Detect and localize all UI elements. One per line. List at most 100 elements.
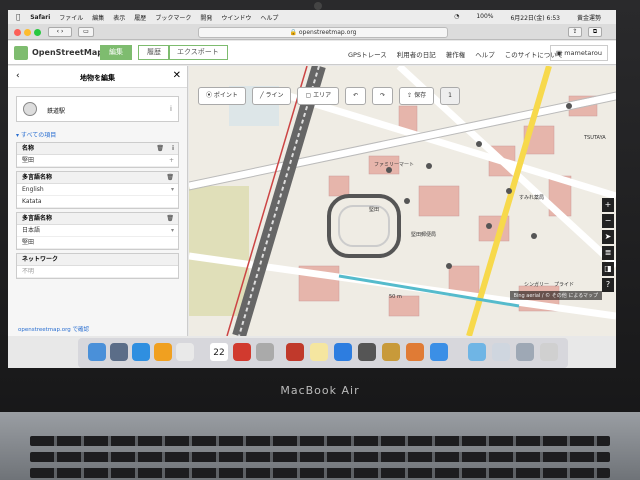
- preset-selector[interactable]: 鉄道駅 i: [16, 96, 179, 122]
- menu-view[interactable]: 表示: [113, 13, 125, 22]
- sidebar-icon[interactable]: ▭: [78, 27, 94, 37]
- help-icon[interactable]: ?: [602, 278, 614, 292]
- key-row-3: [30, 468, 610, 478]
- save-button[interactable]: ⇪ 保存: [399, 87, 435, 105]
- language-select-1[interactable]: English ▾: [17, 184, 178, 196]
- close-window-button[interactable]: [14, 29, 21, 36]
- dictionary-icon[interactable]: [286, 343, 304, 361]
- battery-status[interactable]: 100%: [476, 13, 493, 22]
- info-icon[interactable]: i: [172, 143, 174, 155]
- name-input[interactable]: 堅田 +: [17, 155, 178, 167]
- close-icon[interactable]: ✕: [173, 70, 181, 81]
- map-canvas[interactable]: ファミリーマート 堅田 堅田郵便局 TSUTAYA すみれ薬局 シンガリー プラ…: [189, 66, 616, 336]
- nav-copyright[interactable]: 著作権: [446, 49, 466, 59]
- url-text: openstreetmap.org: [298, 29, 357, 36]
- export-button[interactable]: エクスポート: [168, 45, 228, 60]
- preview-icon[interactable]: [256, 343, 274, 361]
- network-label: ネットワーク: [22, 256, 59, 263]
- map-label-post-office: 堅田郵便局: [411, 231, 436, 238]
- geolocate-icon[interactable]: ➤: [602, 230, 614, 244]
- osm-logo-icon[interactable]: [14, 46, 28, 60]
- nav-diary[interactable]: 利用者の日記: [397, 49, 436, 59]
- books-icon[interactable]: [406, 343, 424, 361]
- redo-button[interactable]: ↷: [372, 87, 394, 105]
- localized-name-input-1[interactable]: Katata: [17, 196, 178, 208]
- trash-icon[interactable]: [540, 343, 558, 361]
- network-input[interactable]: 不明: [17, 266, 178, 278]
- map-data-icon[interactable]: ◨: [602, 262, 614, 276]
- firefox-icon[interactable]: [154, 343, 172, 361]
- user-avatar-icon: ▣: [555, 49, 565, 57]
- apple-icon[interactable]: : [16, 13, 20, 21]
- clock[interactable]: 6月22日(金) 6:53: [510, 13, 560, 22]
- map-label-tsutaya: TSUTAYA: [583, 135, 606, 141]
- menu-edit[interactable]: 編集: [92, 13, 104, 22]
- map-toolbar: ⦿ ポイント ╱ ライン ▢ エリア ↶ ↷ ⇪ 保存 1: [198, 87, 460, 105]
- back-forward-button[interactable]: ‹ ›: [48, 27, 72, 37]
- laptop-body:  Safari ファイル 編集 表示 履歴 ブックマーク 開発 ウインドウ ヘ…: [0, 0, 640, 480]
- all-fields-toggle[interactable]: ▾ すべての項目: [16, 130, 179, 139]
- menubar-user[interactable]: 黄金運勢: [577, 13, 601, 22]
- launchpad-icon[interactable]: [110, 343, 128, 361]
- zoom-out-button[interactable]: −: [602, 214, 614, 228]
- multilingual-field-1: 多言語名称 🗑 English ▾ Katata: [16, 171, 179, 209]
- map-attribution[interactable]: Bing aerial / © その他 によるマップ: [509, 291, 602, 300]
- history-button[interactable]: 履歴: [138, 45, 170, 60]
- minimize-window-button[interactable]: [24, 29, 31, 36]
- view-on-osm-link[interactable]: openstreetmap.org で確認: [18, 325, 89, 333]
- system-prefs-icon[interactable]: [358, 343, 376, 361]
- timer-icon[interactable]: [233, 343, 251, 361]
- finder-icon[interactable]: [88, 343, 106, 361]
- menu-file[interactable]: ファイル: [59, 13, 83, 22]
- edit-button[interactable]: 編集: [100, 45, 132, 60]
- network-header: ネットワーク: [17, 254, 178, 266]
- app-icon[interactable]: [382, 343, 400, 361]
- map-label-pride: シンガリー プライド: [524, 281, 574, 288]
- point-icon: ⦿: [206, 92, 214, 99]
- add-line-label: ライン: [265, 92, 284, 99]
- menu-bookmarks[interactable]: ブックマーク: [155, 13, 191, 22]
- app-store-icon[interactable]: [334, 343, 352, 361]
- nav-gps[interactable]: GPSトレース: [348, 49, 387, 59]
- chevron-down-icon: ▾: [170, 186, 174, 193]
- add-area-button[interactable]: ▢ エリア: [297, 87, 340, 105]
- tabs-icon[interactable]: ⧉: [588, 27, 602, 37]
- documents-icon[interactable]: [492, 343, 510, 361]
- landuse-area: [189, 186, 249, 316]
- menu-safari[interactable]: Safari: [30, 14, 50, 21]
- share-icon[interactable]: ⇪: [568, 27, 582, 37]
- menu-history[interactable]: 履歴: [134, 13, 146, 22]
- zoom-in-button[interactable]: +: [602, 198, 614, 212]
- layers-icon[interactable]: ≣: [602, 246, 614, 260]
- calendar-icon[interactable]: 22: [210, 343, 228, 361]
- menu-develop[interactable]: 開発: [200, 13, 212, 22]
- wifi-icon[interactable]: ◔: [454, 13, 459, 22]
- add-line-button[interactable]: ╱ ライン: [251, 87, 292, 105]
- osm-header: OpenStreetMap 編集 履歴 エクスポート GPSトレース 利用者の日…: [8, 41, 616, 65]
- localized-name-input-2[interactable]: 堅田: [17, 237, 178, 249]
- menu-help[interactable]: ヘルプ: [260, 13, 278, 22]
- trash-icon[interactable]: 🗑: [166, 172, 174, 184]
- add-icon[interactable]: +: [169, 155, 174, 167]
- undo-button[interactable]: ↶: [345, 87, 367, 105]
- menu-window[interactable]: ウインドウ: [221, 13, 251, 22]
- stickies-icon[interactable]: [310, 343, 328, 361]
- osm-brand[interactable]: OpenStreetMap: [32, 48, 103, 57]
- language-select-2[interactable]: 日本語 ▾: [17, 225, 178, 237]
- onedrive-icon[interactable]: [430, 343, 448, 361]
- trash-icon[interactable]: 🗑: [156, 143, 164, 155]
- downloads-folder-icon[interactable]: [468, 343, 486, 361]
- zoom-window-button[interactable]: [34, 29, 41, 36]
- nav-help[interactable]: ヘルプ: [475, 49, 495, 59]
- user-menu[interactable]: ▣ mametarou: [549, 45, 608, 61]
- key-row-2: [30, 452, 610, 462]
- map-label-pharmacy: すみれ薬局: [519, 194, 544, 201]
- stack-icon[interactable]: [516, 343, 534, 361]
- safari-icon[interactable]: [132, 343, 150, 361]
- notes-icon[interactable]: [176, 343, 194, 361]
- map-label-familymart: ファミリーマート: [374, 162, 414, 168]
- url-bar[interactable]: 🔒 openstreetmap.org: [198, 27, 448, 38]
- add-point-button[interactable]: ⦿ ポイント: [198, 87, 246, 105]
- info-icon[interactable]: i: [170, 105, 172, 113]
- trash-icon[interactable]: 🗑: [166, 213, 174, 225]
